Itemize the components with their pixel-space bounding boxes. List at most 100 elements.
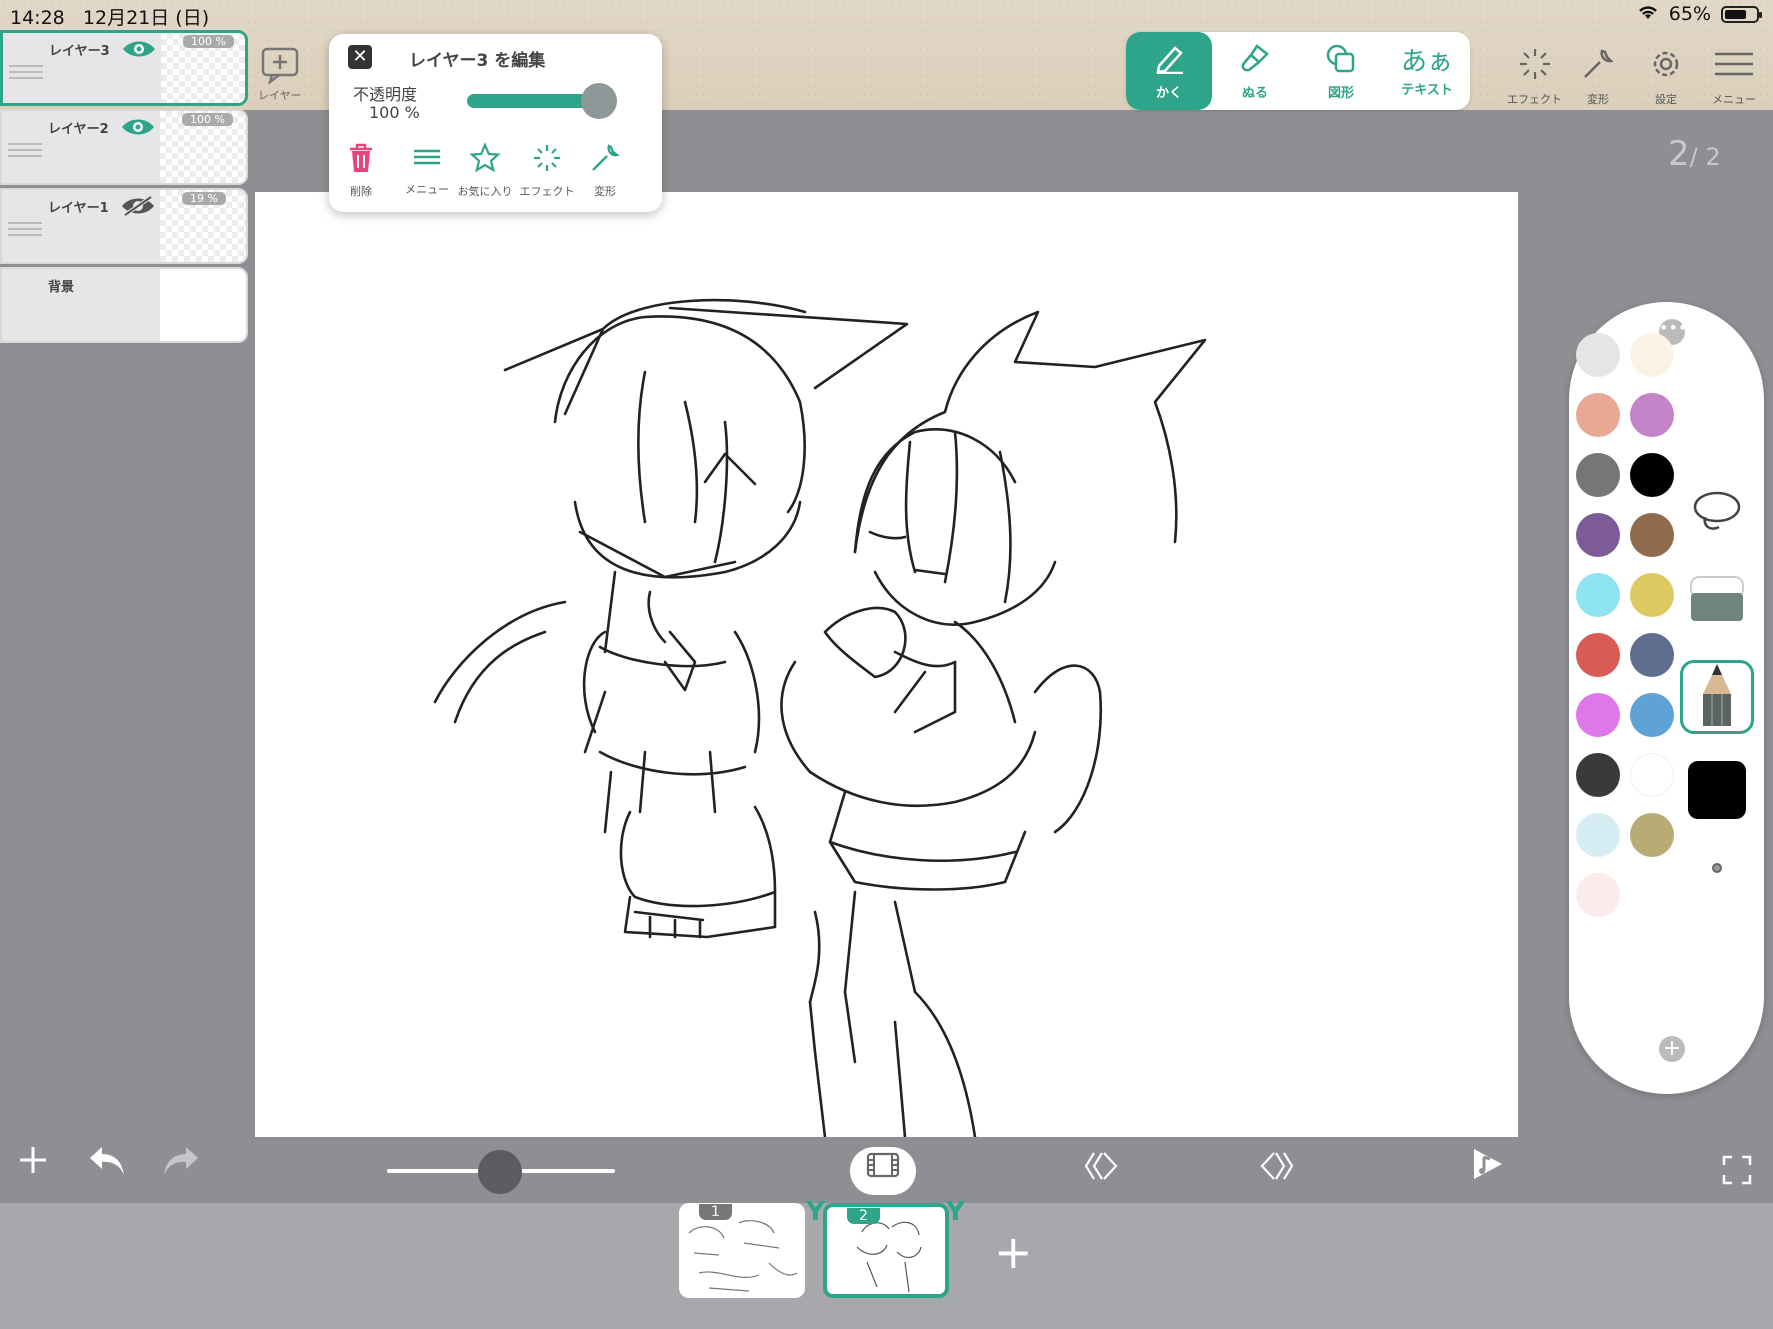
effects-button[interactable]: エフェクト: [1507, 46, 1562, 107]
layer-menu-button[interactable]: メニュー: [397, 142, 457, 197]
gear-icon: [1648, 46, 1684, 91]
page-current: 2: [1668, 134, 1690, 174]
add-icon[interactable]: [16, 1143, 50, 1186]
shapes-icon: [1323, 42, 1359, 82]
layer-name: 背景: [48, 280, 75, 295]
zoom-slider-knob[interactable]: [478, 1150, 522, 1194]
pencil-tool-button[interactable]: [1680, 660, 1754, 734]
next-frame-icon[interactable]: [1260, 1149, 1294, 1190]
color-swatch[interactable]: [1630, 513, 1674, 557]
add-layer-button[interactable]: レイヤー: [258, 46, 302, 103]
color-swatch[interactable]: [1576, 813, 1620, 857]
color-swatch[interactable]: [1576, 453, 1620, 497]
popup-title: レイヤー3 を編集: [409, 51, 546, 71]
transform-button[interactable]: 変形: [1580, 46, 1616, 107]
star-icon: [469, 142, 501, 183]
lasso-icon: [1689, 487, 1745, 539]
opacity-value: 100 %: [369, 103, 420, 122]
redo-icon[interactable]: [162, 1145, 200, 1186]
current-color-button[interactable]: [1680, 753, 1754, 827]
layer-item-1[interactable]: レイヤー1 19 %: [0, 188, 248, 264]
wifi-icon: [1637, 3, 1659, 25]
sketch-drawing: [433, 298, 1207, 1139]
color-swatch[interactable]: [1576, 693, 1620, 737]
layer-effects-button[interactable]: エフェクト: [517, 142, 577, 199]
undo-icon[interactable]: [88, 1145, 126, 1186]
drag-handle-icon[interactable]: [8, 143, 42, 157]
status-indicators: 65%: [1637, 3, 1762, 25]
frame-thumbnail-2[interactable]: 2: [823, 1203, 949, 1298]
eye-icon[interactable]: [120, 115, 156, 139]
main-menu-button[interactable]: メニュー: [1712, 46, 1756, 107]
tool-tabs: かく ぬる 図形 あぁ テキスト: [1126, 32, 1470, 110]
eye-icon[interactable]: [121, 37, 157, 61]
add-frame-icon[interactable]: +: [994, 1225, 1033, 1279]
color-swatch[interactable]: [1576, 873, 1620, 917]
eye-hidden-icon[interactable]: [120, 194, 156, 218]
drag-handle-icon[interactable]: [8, 222, 42, 236]
frame-number: 1: [699, 1204, 732, 1220]
status-date: 12月21日 (日): [82, 7, 210, 29]
film-strip-button[interactable]: [850, 1147, 916, 1195]
opacity-slider-knob[interactable]: [581, 83, 617, 119]
color-swatch[interactable]: [1630, 573, 1674, 617]
color-swatch[interactable]: [1576, 393, 1620, 437]
page-total: / 2: [1689, 143, 1721, 171]
drag-handle-icon[interactable]: [9, 65, 43, 79]
effects-label: エフェクト: [1507, 93, 1562, 106]
current-color-swatch: [1688, 761, 1746, 819]
lasso-tool-button[interactable]: [1680, 476, 1754, 550]
brush-size-dot-icon: [1712, 863, 1722, 873]
color-swatch[interactable]: [1630, 453, 1674, 497]
settings-button[interactable]: 設定: [1648, 46, 1684, 107]
previous-frame-icon[interactable]: [1084, 1149, 1118, 1190]
favorite-button[interactable]: お気に入り: [455, 142, 515, 199]
layer-edit-popup: ✕ レイヤー3 を編集 不透明度 100 % 削除 メニュー お気に入り エフェ…: [329, 34, 662, 212]
layer-item-3[interactable]: レイヤー3 100 %: [0, 30, 248, 106]
color-swatch[interactable]: [1576, 633, 1620, 677]
tab-draw-label: かく: [1155, 85, 1182, 101]
frame-thumbnail-sketch: [856, 1221, 922, 1293]
add-color-icon[interactable]: +: [1659, 1036, 1685, 1062]
frame-thumbnail-sketch: [688, 1220, 798, 1292]
color-swatch[interactable]: [1576, 333, 1620, 377]
color-palette: ••• +: [1569, 302, 1764, 1094]
layer-name: レイヤー2: [48, 122, 109, 137]
color-swatch[interactable]: [1576, 573, 1620, 617]
color-swatch[interactable]: [1630, 753, 1674, 797]
layer-item-background[interactable]: 背景: [0, 267, 248, 343]
close-icon[interactable]: ✕: [348, 45, 372, 69]
tab-fill[interactable]: ぬる: [1212, 32, 1298, 110]
color-swatch[interactable]: [1630, 813, 1674, 857]
brush-icon: [1237, 42, 1273, 82]
play-icon[interactable]: [1470, 1147, 1504, 1190]
layer-opacity-badge: 19 %: [182, 192, 226, 205]
fullscreen-icon[interactable]: [1722, 1153, 1752, 1194]
frame-thumbnail-1[interactable]: 1 🗑: [679, 1203, 805, 1298]
color-swatch[interactable]: [1630, 633, 1674, 677]
transform-label: 変形: [1587, 93, 1609, 106]
tab-text-label: テキスト: [1401, 82, 1453, 98]
menu-lines-icon: [412, 142, 442, 181]
color-swatch[interactable]: [1630, 693, 1674, 737]
tab-draw[interactable]: かく: [1126, 32, 1212, 110]
color-swatch[interactable]: [1630, 393, 1674, 437]
tab-shapes[interactable]: 図形: [1298, 32, 1384, 110]
layer-name: レイヤー1: [48, 201, 109, 216]
transform-label: 変形: [594, 185, 616, 198]
layer-item-2[interactable]: レイヤー2 100 %: [0, 109, 248, 185]
tab-text[interactable]: あぁ テキスト: [1384, 32, 1470, 110]
layer-transform-button[interactable]: 変形: [575, 142, 635, 199]
eraser-tool-button[interactable]: [1680, 564, 1754, 638]
color-swatch[interactable]: [1630, 333, 1674, 377]
delete-layer-button[interactable]: 削除: [331, 142, 391, 199]
brush-size-button[interactable]: [1680, 831, 1754, 905]
sparkle-icon: [531, 142, 563, 183]
frame-strip: 1 🗑 Y 2 Y +: [0, 1197, 1773, 1329]
color-swatch[interactable]: [1576, 753, 1620, 797]
film-icon: [866, 1152, 900, 1186]
color-swatch[interactable]: [1576, 513, 1620, 557]
eraser-icon: [1687, 571, 1747, 631]
pencil-tool-icon: [1693, 662, 1741, 732]
drawing-canvas[interactable]: [255, 192, 1518, 1139]
